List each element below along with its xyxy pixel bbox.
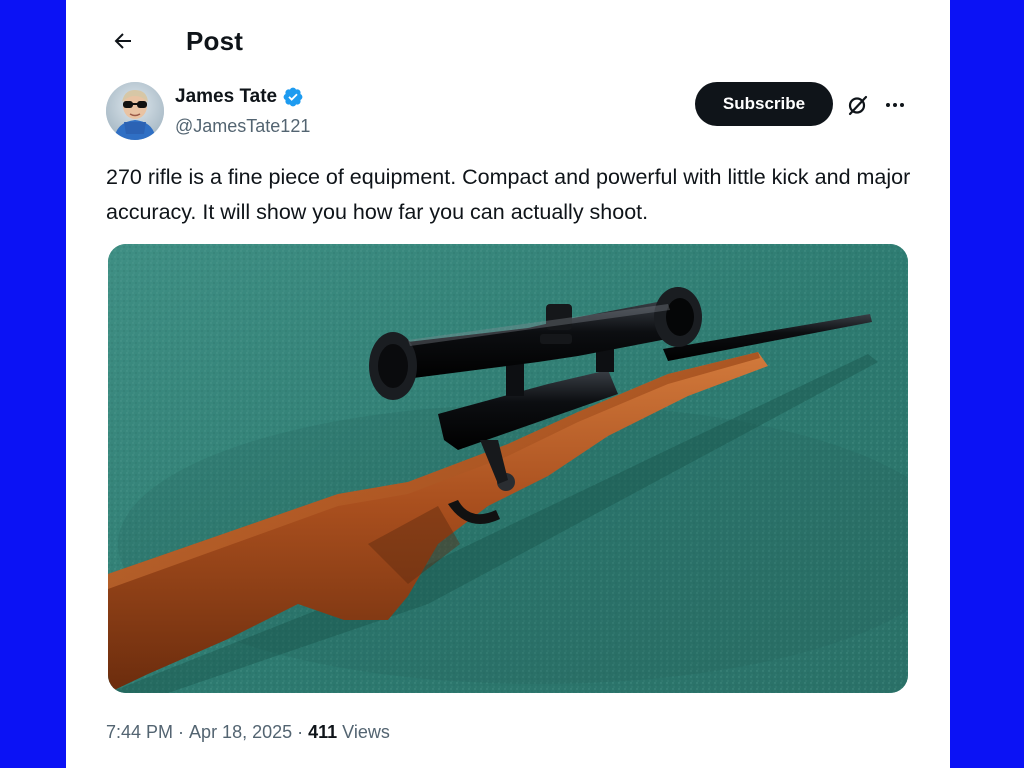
post-header: Post	[66, 0, 950, 84]
post-card: Post James Tate @JamesTate121 Subscribe …	[66, 0, 950, 768]
back-button[interactable]	[106, 24, 140, 58]
user-handle[interactable]: @JamesTate121	[175, 116, 310, 137]
page-title: Post	[186, 26, 244, 56]
grok-button[interactable]	[845, 92, 871, 118]
arrow-left-icon	[114, 33, 131, 49]
verified-badge-icon	[283, 87, 303, 107]
post-meta: 7:44 PM · Apr 18, 2025 · 411 Views	[106, 722, 390, 743]
subscribe-button[interactable]: Subscribe	[695, 82, 833, 126]
meta-separator: ·	[178, 722, 185, 742]
display-name[interactable]: James Tate	[175, 86, 277, 108]
rifle-photo	[108, 244, 908, 693]
more-options-button[interactable]	[880, 92, 910, 118]
post-media[interactable]	[108, 244, 908, 693]
avatar-image	[106, 82, 164, 140]
views-label: Views	[342, 722, 390, 742]
post-date[interactable]: Apr 18, 2025	[189, 722, 292, 743]
post-text: 270 rifle is a fine piece of equipment. …	[106, 165, 911, 224]
more-horizontal-icon	[886, 103, 904, 107]
grok-icon	[848, 95, 868, 116]
post-time[interactable]: 7:44 PM	[106, 722, 173, 743]
meta-separator: ·	[297, 722, 304, 742]
avatar[interactable]	[106, 82, 164, 140]
name-row: James Tate	[175, 86, 304, 108]
views-count: 411	[308, 722, 338, 742]
